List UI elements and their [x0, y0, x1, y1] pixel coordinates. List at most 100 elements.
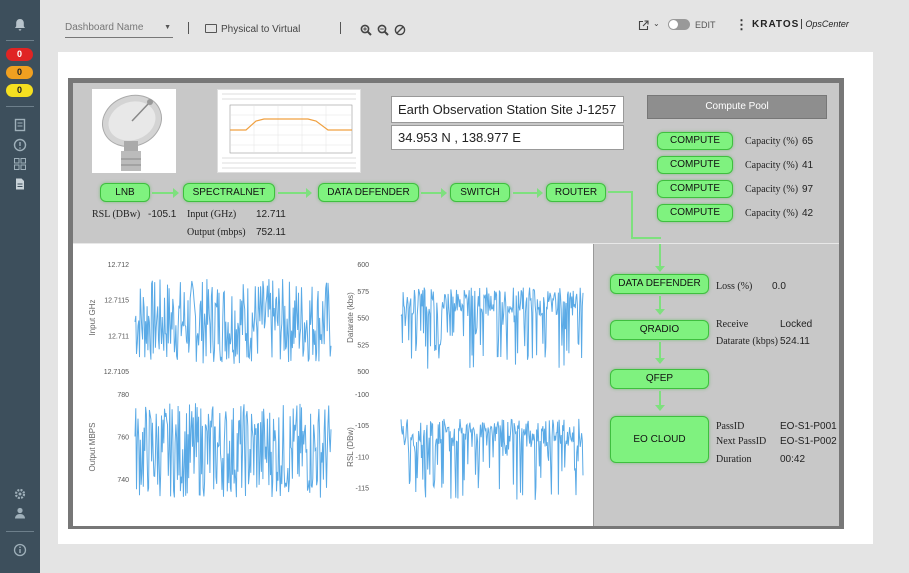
zoom-out-icon[interactable] [377, 24, 389, 36]
chevron-down-icon[interactable]: ⌄ [653, 19, 660, 28]
alarm-badge-critical[interactable]: 0 [6, 48, 33, 61]
receive-label: Receive [716, 319, 749, 330]
chart-tick-label: 550 [357, 316, 369, 323]
brand-name: KRATOS [752, 19, 800, 30]
node-switch[interactable]: SWITCH [450, 183, 510, 202]
more-menu-icon[interactable]: ⋮ [735, 17, 748, 33]
connector-line [659, 244, 661, 266]
telemetry-charts: Input GHz 12.712 12.7115 12.711 12.7105 Datar… [73, 244, 593, 526]
flow-arrow [655, 342, 665, 364]
physical-to-virtual-label: Physical to Virtual [221, 24, 301, 35]
app-shell: 0 0 0 Dashboard Name ▼ Physical to Virtu… [0, 0, 909, 573]
capacity-label: Capacity (%) [745, 136, 799, 147]
capacity-label: Capacity (%) [745, 208, 799, 219]
chart-tick-label: -115 [356, 486, 370, 493]
chart-tick-label: -100 [355, 392, 369, 399]
zoom-in-icon[interactable] [360, 24, 372, 36]
flow-arrow [421, 188, 447, 198]
sidebar-divider [6, 531, 34, 532]
node-lnb[interactable]: LNB [100, 183, 150, 202]
top-toolbar: Dashboard Name ▼ Physical to Virtual ⌄ E… [40, 0, 909, 50]
node-data-defender[interactable]: DATA DEFENDER [318, 183, 419, 202]
document-icon[interactable] [11, 177, 29, 195]
rsl-value: -105.1 [148, 209, 177, 220]
output-label: Output (mbps) [187, 227, 246, 238]
loss-label: Loss (%) [716, 281, 753, 292]
next-passid-label: Next PassID [716, 436, 767, 447]
satellite-dish-image [92, 89, 176, 173]
flow-arrow [655, 296, 665, 315]
connector-line [631, 237, 661, 239]
info-icon[interactable] [11, 543, 29, 561]
chart-series-line [134, 279, 332, 364]
compute-node[interactable]: COMPUTE [657, 204, 733, 222]
capacity-label: Capacity (%) [745, 160, 799, 171]
node-spectralnet[interactable]: SPECTRALNET [183, 183, 275, 202]
external-link-icon[interactable] [638, 20, 649, 31]
capacity-value: 65 [802, 136, 814, 147]
settings-icon[interactable] [11, 487, 29, 505]
spectrum-analyzer-image [217, 89, 361, 173]
user-icon[interactable] [11, 506, 29, 524]
node-eo-cloud[interactable]: EO CLOUD [610, 416, 709, 463]
station-name-field: Earth Observation Station Site J-1257 [391, 96, 624, 123]
chart-tick-label: 760 [117, 434, 129, 441]
datarate-value: 524.11 [780, 336, 810, 347]
node-data-defender-downstream[interactable]: DATA DEFENDER [610, 274, 709, 294]
alarm-badge-major[interactable]: 0 [6, 66, 33, 79]
compute-node[interactable]: COMPUTE [657, 156, 733, 174]
dashboard-name-select[interactable]: Dashboard Name ▼ [65, 22, 173, 38]
reset-zoom-icon[interactable] [394, 24, 406, 36]
sidebar-divider [6, 40, 34, 41]
toggle-knob [669, 20, 678, 29]
rsl-label: RSL (DBw) [92, 209, 141, 220]
bell-icon[interactable] [11, 18, 29, 36]
duration-label: Duration [716, 454, 752, 465]
chart-ylabel: Output MBPS [88, 423, 97, 472]
chart-tick-label: 12.7115 [104, 298, 129, 305]
receive-value: Locked [780, 319, 813, 330]
alarm-badge-minor[interactable]: 0 [6, 84, 33, 97]
telemetry-chart-svg: Input GHz 12.712 12.7115 12.711 12.7105 Datar… [88, 262, 584, 500]
physical-to-virtual-link[interactable]: Physical to Virtual [205, 24, 300, 35]
edit-toggle[interactable] [668, 19, 690, 30]
input-value: 12.711 [256, 209, 286, 220]
capacity-value: 42 [802, 208, 814, 219]
folder-icon [205, 24, 217, 33]
alert-icon[interactable] [11, 138, 29, 156]
chart-tick-label: 500 [357, 369, 369, 376]
chart-tick-label: 525 [357, 342, 369, 349]
arrow-head [655, 266, 665, 272]
compute-node[interactable]: COMPUTE [657, 180, 733, 198]
capacity-value: 97 [802, 184, 814, 195]
compute-pool-header: Compute Pool [647, 95, 827, 119]
duration-value: 00:42 [780, 454, 806, 465]
clipboard-icon[interactable] [11, 118, 29, 136]
chart-series-line [400, 418, 584, 500]
edit-label: EDIT [695, 20, 716, 30]
node-router[interactable]: ROUTER [546, 183, 606, 202]
compute-node[interactable]: COMPUTE [657, 132, 733, 150]
brand-suffix: OpsCenter [801, 19, 849, 29]
loss-value: 0.0 [772, 281, 786, 292]
chart-series-line [400, 287, 584, 369]
next-passid-value: EO-S1-P002 [780, 436, 837, 447]
chart-ylabel: RSL (DBw) [346, 427, 355, 467]
chart-series-line [134, 403, 332, 498]
chevron-down-icon: ▼ [164, 24, 171, 31]
station-coordinates-field: 34.953 N , 138.977 E [391, 125, 624, 150]
grid-icon[interactable] [11, 157, 29, 175]
brand-logo: KRATOS OpsCenter [752, 19, 849, 30]
chart-tick-label: 12.7105 [104, 369, 129, 376]
sidebar: 0 0 0 [0, 0, 40, 573]
flow-arrow [655, 391, 665, 411]
chart-tick-label: -105 [355, 423, 369, 430]
capacity-label: Capacity (%) [745, 184, 799, 195]
node-qradio[interactable]: QRADIO [610, 320, 709, 340]
connector-line [631, 191, 633, 239]
flow-arrow [513, 188, 543, 198]
node-qfep[interactable]: QFEP [610, 369, 709, 389]
toolbar-separator [340, 22, 341, 34]
passid-value: EO-S1-P001 [780, 421, 837, 432]
toolbar-separator [188, 22, 189, 34]
